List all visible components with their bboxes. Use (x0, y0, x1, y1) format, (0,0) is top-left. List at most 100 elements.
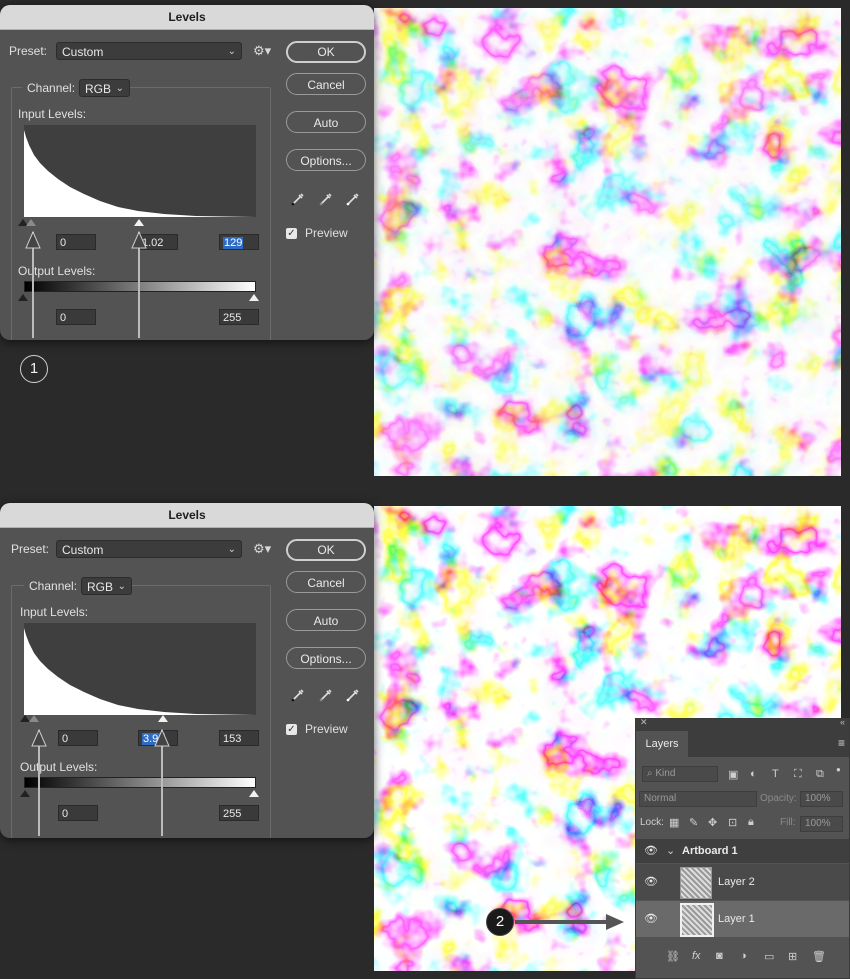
gear-icon[interactable]: ⚙▾ (253, 541, 271, 557)
canvas-marble-texture-top (374, 8, 841, 476)
auto-button[interactable]: Auto (286, 609, 366, 631)
output-white-field[interactable]: 255 (219, 309, 259, 325)
lock-image-icon[interactable]: ✎ (689, 816, 698, 829)
input-black-slider-shadow (26, 219, 36, 226)
input-black-slider-shadow (29, 715, 39, 722)
ok-button[interactable]: OK (286, 539, 366, 561)
dialog-title: Levels (0, 5, 374, 30)
fx-icon[interactable]: fx (692, 950, 701, 962)
close-icon[interactable]: ✕ (640, 717, 648, 728)
output-black-slider[interactable] (20, 790, 30, 797)
pixel-filter-icon[interactable]: ▣ (728, 768, 738, 781)
eye-icon[interactable]: 👁︎ (644, 912, 658, 925)
eye-icon[interactable]: 👁︎ (644, 875, 658, 888)
chevron-down-icon: ⌄ (227, 544, 236, 555)
filter-toggle-icon[interactable]: ● (836, 765, 841, 774)
lock-artboard-icon[interactable]: ⊡ (728, 816, 737, 829)
gray-eyedropper-icon[interactable] (319, 192, 333, 206)
blend-row: Normal Opacity: 100% (636, 789, 849, 809)
layer-row-layer-2[interactable]: 👁︎ Layer 2 (636, 864, 849, 900)
black-eyedropper-icon[interactable] (291, 192, 305, 206)
type-filter-icon[interactable]: T (772, 768, 779, 780)
artboard-name: Artboard 1 (682, 845, 738, 857)
cancel-button[interactable]: Cancel (286, 571, 366, 593)
folder-icon[interactable]: ▭ (764, 950, 774, 963)
input-gamma-slider[interactable] (134, 219, 144, 226)
mask-icon[interactable]: ◙ (716, 950, 723, 962)
input-white-field[interactable]: 129 (219, 234, 259, 250)
step-badge-1: 1 (20, 355, 48, 383)
smart-object-filter-icon[interactable]: ⧉ (816, 768, 824, 781)
chevron-down-icon[interactable]: ⌄ (666, 844, 675, 857)
collapse-icon[interactable]: « (840, 717, 845, 727)
filter-kind-select[interactable]: ⌕ Kind (642, 766, 718, 782)
menu-icon[interactable]: ≡ (838, 736, 845, 750)
output-gradient-bar (24, 777, 256, 788)
output-white-slider[interactable] (249, 294, 259, 301)
black-eyedropper-icon[interactable] (291, 688, 305, 702)
input-levels-label: Input Levels: (18, 107, 87, 121)
histogram (24, 125, 256, 217)
layer-thumbnail (680, 903, 714, 937)
output-black-field[interactable]: 0 (58, 805, 98, 821)
layer-thumbnail (680, 867, 712, 899)
chevron-down-icon: ⌄ (115, 83, 124, 94)
opacity-field[interactable]: 100% (800, 791, 843, 807)
tab-layers[interactable]: Layers (636, 731, 688, 757)
options-button[interactable]: Options... (286, 149, 366, 171)
layer-row-layer-1[interactable]: 👁︎ Layer 1 (636, 901, 849, 937)
dialog-title: Levels (0, 503, 374, 528)
shape-filter-icon[interactable]: ⛶ (794, 768, 802, 781)
lock-label: Lock: (640, 817, 664, 828)
preview-checkbox[interactable]: ✓ (286, 724, 297, 735)
cancel-button[interactable]: Cancel (286, 73, 366, 95)
histogram-graph (24, 628, 256, 715)
preview-label: Preview (305, 226, 348, 240)
new-layer-icon[interactable]: ⊞ (788, 950, 797, 963)
input-black-field[interactable]: 0 (58, 730, 98, 746)
output-white-slider[interactable] (249, 790, 259, 797)
gear-icon[interactable]: ⚙▾ (253, 43, 271, 59)
channel-value: RGB (87, 580, 114, 594)
auto-button[interactable]: Auto (286, 111, 366, 133)
histogram (24, 623, 256, 715)
link-icon[interactable]: ⛓ (666, 950, 680, 963)
lock-position-icon[interactable]: ✥ (708, 816, 717, 829)
preset-select[interactable]: Custom ⌄ (56, 540, 242, 558)
fill-field[interactable]: 100% (800, 816, 843, 832)
white-eyedropper-icon[interactable] (346, 192, 360, 206)
channel-label: Channel: (22, 81, 81, 95)
input-gamma-field[interactable]: 3.91 (138, 730, 178, 746)
panel-header-bar: ✕ « (636, 717, 849, 731)
ok-button[interactable]: OK (286, 41, 366, 63)
layers-panel: ✕ « Layers ≡ ⌕ Kind ▣ ◐ T ⛶ ⧉ ● Normal O… (635, 717, 850, 979)
output-black-field[interactable]: 0 (56, 309, 96, 325)
output-white-field[interactable]: 255 (219, 805, 259, 821)
filter-row: ⌕ Kind ▣ ◐ T ⛶ ⧉ ● (636, 763, 849, 787)
adjustment-filter-icon[interactable]: ◐ (750, 768, 757, 780)
channel-value: RGB (85, 82, 112, 96)
output-levels-label: Output Levels: (18, 264, 96, 278)
adjustment-icon[interactable]: ◑ (740, 950, 747, 962)
preview-checkbox[interactable]: ✓ (286, 228, 297, 239)
input-white-field[interactable]: 153 (219, 730, 259, 746)
input-gamma-field[interactable]: 1.02 (138, 234, 178, 250)
lock-transparent-icon[interactable]: ▦ (669, 816, 679, 829)
options-button[interactable]: Options... (286, 647, 366, 669)
channel-select[interactable]: RGB ⌄ (81, 577, 132, 595)
input-black-field[interactable]: 0 (56, 234, 96, 250)
trash-icon[interactable]: 🗑︎ (812, 950, 826, 963)
preset-select[interactable]: Custom ⌄ (56, 42, 242, 60)
lock-all-icon[interactable]: 🔒︎ (748, 816, 754, 829)
artboard-row[interactable]: 👁︎ ⌄ Artboard 1 (636, 839, 849, 863)
blend-mode-select[interactable]: Normal (639, 791, 757, 807)
eye-icon[interactable]: 👁︎ (644, 844, 658, 857)
gray-eyedropper-icon[interactable] (319, 688, 333, 702)
preset-value: Custom (62, 543, 104, 557)
filter-kind-value: Kind (655, 768, 676, 779)
channel-label: Channel: (24, 579, 83, 593)
input-gamma-slider[interactable] (158, 715, 168, 722)
output-black-slider[interactable] (18, 294, 28, 301)
channel-select[interactable]: RGB ⌄ (79, 79, 130, 97)
white-eyedropper-icon[interactable] (346, 688, 360, 702)
